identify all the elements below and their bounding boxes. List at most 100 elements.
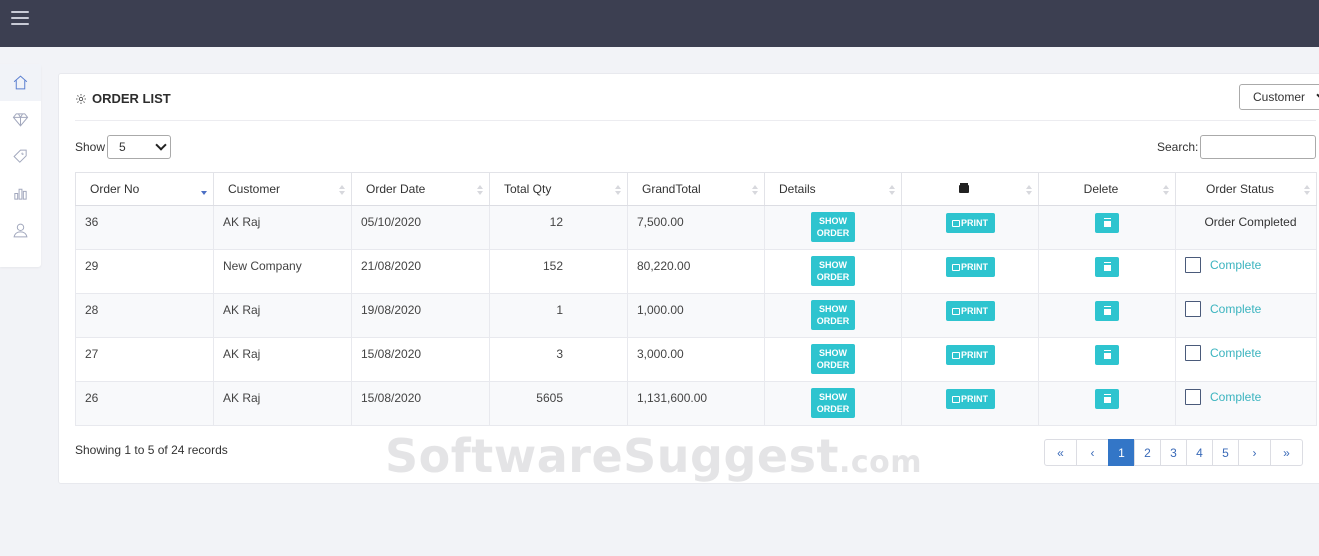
sidebar-item-tags[interactable] <box>0 138 41 175</box>
print-button[interactable]: PRINT <box>945 345 995 365</box>
sort-icon <box>1163 185 1169 195</box>
cell-grand-total: 1,131,600.00 <box>627 381 765 426</box>
page-3-button[interactable]: 3 <box>1160 439 1187 466</box>
complete-checkbox[interactable] <box>1185 389 1201 405</box>
printer-icon <box>952 352 960 359</box>
sidebar-item-products[interactable] <box>0 101 41 138</box>
delete-button[interactable] <box>1095 213 1119 233</box>
gear-icon <box>76 93 86 104</box>
column-details[interactable]: Details <box>764 172 902 206</box>
print-label: PRINT <box>961 394 988 404</box>
delete-button[interactable] <box>1095 345 1119 365</box>
cell-order-no: 36 <box>75 205 214 250</box>
cell-order-date: 15/08/2020 <box>351 337 490 382</box>
cell-order-no: 27 <box>75 337 214 382</box>
delete-button[interactable] <box>1095 257 1119 277</box>
printer-icon <box>952 308 960 315</box>
show-order-button[interactable]: SHOW ORDER <box>811 212 855 242</box>
page-last-button[interactable]: » <box>1270 439 1303 466</box>
menu-icon[interactable] <box>11 11 29 25</box>
column-label: Total Qty <box>504 182 552 196</box>
cell-total-qty: 5605 <box>489 381 628 426</box>
page-1-button[interactable]: 1 <box>1108 439 1135 466</box>
page-length-select[interactable]: 5 <box>107 135 171 159</box>
sidebar <box>0 64 41 267</box>
column-total-qty[interactable]: Total Qty <box>489 172 628 206</box>
chevron-down-icon <box>155 139 167 151</box>
customer-filter-value: Customer <box>1253 90 1306 104</box>
records-info: Showing 1 to 5 of 24 records <box>75 443 228 457</box>
cell-print: PRINT <box>901 293 1039 338</box>
page-prev-button[interactable]: ‹ <box>1076 439 1109 466</box>
sort-icon <box>889 185 895 195</box>
page-first-button[interactable]: « <box>1044 439 1077 466</box>
page-2-button[interactable]: 2 <box>1134 439 1161 466</box>
cell-print: PRINT <box>901 337 1039 382</box>
print-button[interactable]: PRINT <box>945 213 995 233</box>
table-row: 27 AK Raj 15/08/2020 3 3,000.00 SHOW ORDER PRIN… <box>75 337 1317 382</box>
sidebar-item-users[interactable] <box>0 212 41 249</box>
status-text: Order Completed <box>1204 215 1297 229</box>
complete-link[interactable]: Complete <box>1210 346 1261 360</box>
column-order-no[interactable]: Order No <box>75 172 214 206</box>
sidebar-item-reports[interactable] <box>0 175 41 212</box>
show-order-button[interactable]: SHOW ORDER <box>811 388 855 418</box>
print-button[interactable]: PRINT <box>945 301 995 321</box>
cell-print: PRINT <box>901 205 1039 250</box>
delete-button[interactable] <box>1095 301 1119 321</box>
page-5-button[interactable]: 5 <box>1212 439 1239 466</box>
cell-details: SHOW ORDER <box>764 205 902 250</box>
complete-checkbox[interactable] <box>1185 257 1201 273</box>
show-order-button[interactable]: SHOW ORDER <box>811 256 855 286</box>
sidebar-item-home[interactable] <box>0 64 41 101</box>
cell-details: SHOW ORDER <box>764 249 902 294</box>
cell-order-status: Complete <box>1175 381 1317 426</box>
print-button[interactable]: PRINT <box>945 257 995 277</box>
cell-grand-total: 3,000.00 <box>627 337 765 382</box>
column-grand-total[interactable]: GrandTotal <box>627 172 765 206</box>
print-label: PRINT <box>961 218 988 228</box>
column-print[interactable] <box>901 172 1039 206</box>
page-4-button[interactable]: 4 <box>1186 439 1213 466</box>
show-order-button[interactable]: SHOW ORDER <box>811 344 855 374</box>
column-label: Order Status <box>1205 182 1275 196</box>
delete-button[interactable] <box>1095 389 1119 409</box>
table-row: 28 AK Raj 19/08/2020 1 1,000.00 SHOW ORDER PRIN… <box>75 293 1317 338</box>
print-label: PRINT <box>961 306 988 316</box>
complete-link[interactable]: Complete <box>1210 302 1261 316</box>
page-length-value: 5 <box>119 140 126 154</box>
status-complete-control: Complete <box>1185 389 1316 405</box>
cell-order-date: 21/08/2020 <box>351 249 490 294</box>
show-label: Show <box>75 140 106 154</box>
cell-grand-total: 1,000.00 <box>627 293 765 338</box>
sort-icon <box>752 185 758 195</box>
customer-filter-select[interactable]: Customer <box>1239 84 1319 110</box>
printer-icon <box>952 396 960 403</box>
sort-icon <box>1304 185 1310 195</box>
print-button[interactable]: PRINT <box>945 389 995 409</box>
cell-total-qty: 1 <box>489 293 628 338</box>
complete-checkbox[interactable] <box>1185 345 1201 361</box>
sort-icon <box>477 185 483 195</box>
column-order-date[interactable]: Order Date <box>351 172 490 206</box>
column-label: Delete <box>1083 182 1119 196</box>
order-list-card: ORDER LIST Customer Show 5 Search: Order… <box>58 73 1319 484</box>
page-title: ORDER LIST <box>75 91 171 106</box>
sort-icon <box>1026 185 1032 195</box>
column-order-status[interactable]: Order Status <box>1175 172 1317 206</box>
column-customer[interactable]: Customer <box>213 172 352 206</box>
column-label: Details <box>779 182 816 196</box>
show-order-button[interactable]: SHOW ORDER <box>811 300 855 330</box>
table-row: 36 AK Raj 05/10/2020 12 7,500.00 SHOW ORDER PRI… <box>75 205 1317 250</box>
tags-icon <box>13 149 27 163</box>
complete-checkbox[interactable] <box>1185 301 1201 317</box>
complete-link[interactable]: Complete <box>1210 258 1261 272</box>
cell-customer: AK Raj <box>213 381 352 426</box>
page-next-button[interactable]: › <box>1238 439 1271 466</box>
column-delete[interactable]: Delete <box>1038 172 1176 206</box>
complete-link[interactable]: Complete <box>1210 390 1261 404</box>
search-input[interactable] <box>1200 135 1316 159</box>
sort-icon <box>615 185 621 195</box>
column-label: Order No <box>90 182 140 196</box>
cell-order-status: Order Completed <box>1175 205 1317 250</box>
